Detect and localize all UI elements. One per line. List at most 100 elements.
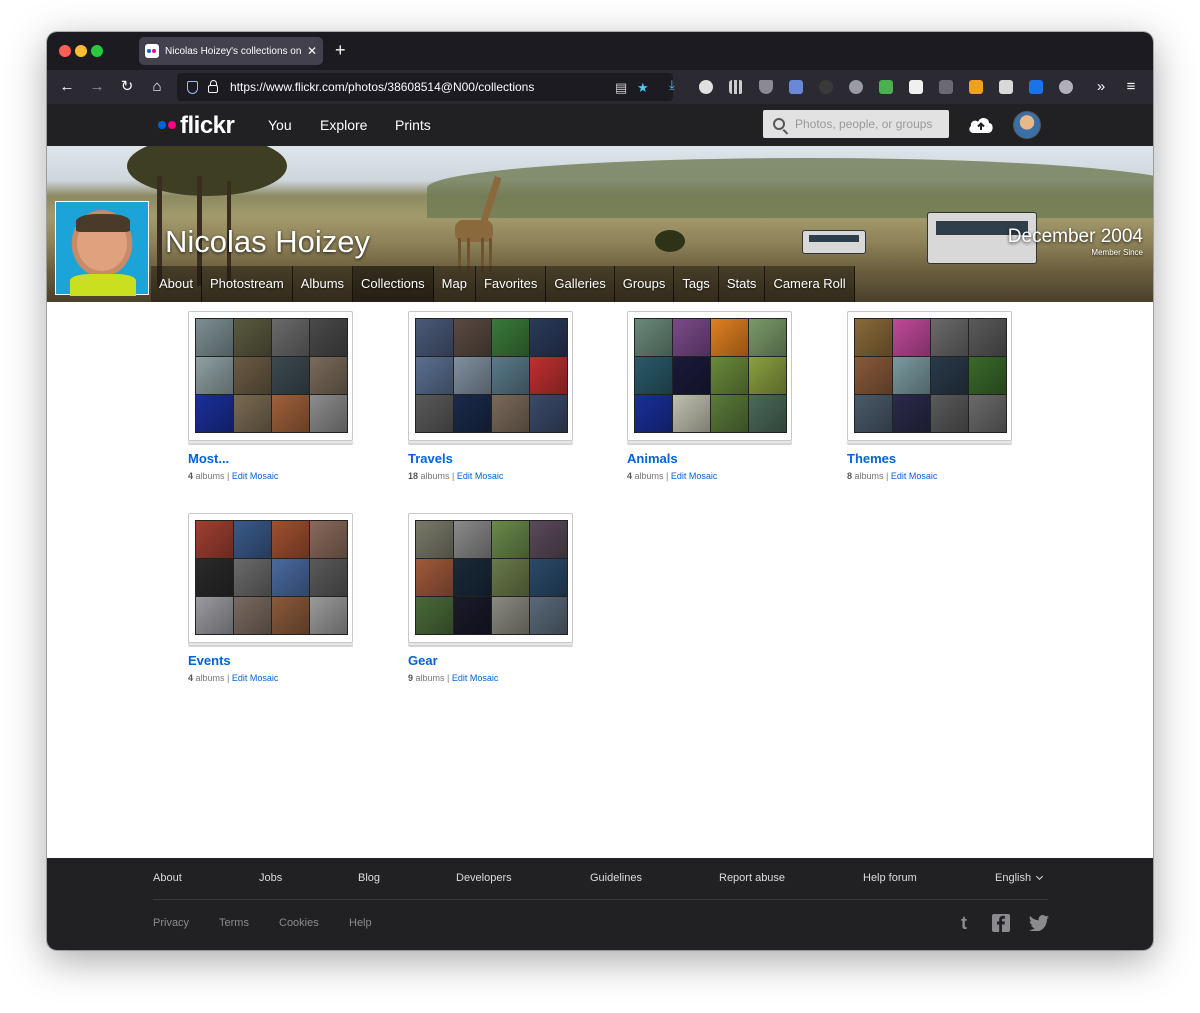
mosaic-photo-thumbnail: [635, 357, 672, 394]
footer-link-report-abuse[interactable]: Report abuse: [719, 872, 785, 884]
edit-mosaic-link[interactable]: Edit Mosaic: [232, 471, 279, 481]
maximize-window-button[interactable]: [91, 45, 103, 57]
footer-link-guidelines[interactable]: Guidelines: [590, 872, 642, 884]
collection-mosaic[interactable]: [847, 311, 1012, 441]
forward-arrow-icon[interactable]: →: [87, 77, 107, 97]
tab-about[interactable]: About: [151, 266, 202, 302]
lock-icon[interactable]: [208, 80, 218, 93]
tab-map[interactable]: Map: [434, 266, 476, 302]
bookmark-star-icon[interactable]: ★: [637, 80, 649, 96]
link-extension-icon[interactable]: [789, 80, 803, 94]
edit-mosaic-link[interactable]: Edit Mosaic: [232, 673, 279, 683]
footer-link-privacy[interactable]: Privacy: [153, 917, 189, 929]
downloads-icon[interactable]: ⤓: [669, 77, 675, 93]
tab-groups[interactable]: Groups: [615, 266, 675, 302]
mosaic-photo-thumbnail: [711, 357, 748, 394]
browser-tab-active[interactable]: Nicolas Hoizey's collections on Flickr ✕: [139, 37, 323, 65]
edit-mosaic-link[interactable]: Edit Mosaic: [891, 471, 938, 481]
overflow-chevrons-icon[interactable]: »: [1091, 77, 1111, 97]
footer-link-developers[interactable]: Developers: [456, 872, 512, 884]
user-avatar[interactable]: [1013, 111, 1041, 139]
close-window-button[interactable]: [59, 45, 71, 57]
search-box[interactable]: [763, 110, 949, 138]
mosaic-photo-thumbnail: [416, 559, 453, 596]
grid-extension-icon[interactable]: [729, 80, 743, 94]
hamburger-menu-icon[interactable]: ≡: [1121, 77, 1141, 97]
url-text[interactable]: https://www.flickr.com/photos/38608514@N…: [230, 80, 534, 94]
mosaic-photo-thumbnail: [530, 319, 567, 356]
footer-link-about[interactable]: About: [153, 872, 182, 884]
mosaic-photo-thumbnail: [893, 319, 930, 356]
globe-extension-icon[interactable]: [1059, 80, 1073, 94]
reader-view-icon[interactable]: ▤: [615, 80, 627, 96]
flickr-logo-text[interactable]: flickr: [180, 112, 235, 140]
minimize-window-button[interactable]: [75, 45, 87, 57]
album-count: 4: [627, 471, 633, 481]
mosaic-photo-thumbnail: [416, 521, 453, 558]
tumblr-icon[interactable]: t: [961, 913, 967, 934]
twitter-icon[interactable]: [1029, 915, 1049, 931]
new-tab-button[interactable]: +: [335, 40, 346, 60]
footer-link-terms[interactable]: Terms: [219, 917, 249, 929]
box-extension-icon[interactable]: [939, 80, 953, 94]
edit-mosaic-link[interactable]: Edit Mosaic: [671, 471, 718, 481]
tab-collections[interactable]: Collections: [353, 266, 434, 302]
language-selector[interactable]: English: [995, 872, 1044, 884]
edit-mosaic-link[interactable]: Edit Mosaic: [452, 673, 499, 683]
collection-title[interactable]: Themes: [847, 451, 896, 466]
tab-photostream[interactable]: Photostream: [202, 266, 293, 302]
back-arrow-icon[interactable]: ←: [57, 77, 77, 97]
address-bar[interactable]: https://www.flickr.com/photos/38608514@N…: [177, 73, 673, 101]
collection-mosaic[interactable]: [188, 513, 353, 643]
edit-mosaic-link[interactable]: Edit Mosaic: [457, 471, 504, 481]
reload-icon[interactable]: ↻: [117, 77, 137, 97]
nav-you[interactable]: You: [268, 117, 292, 133]
footer-link-help[interactable]: Help: [349, 917, 372, 929]
collection-title[interactable]: Travels: [408, 451, 453, 466]
mosaic-photo-thumbnail: [931, 395, 968, 432]
nav-prints[interactable]: Prints: [395, 117, 431, 133]
collection-title[interactable]: Animals: [627, 451, 678, 466]
language-label: English: [995, 872, 1032, 884]
mosaic-photo-thumbnail: [673, 357, 710, 394]
footer-link-help-forum[interactable]: Help forum: [863, 872, 917, 884]
facebook-icon[interactable]: [992, 914, 1010, 932]
r-extension-icon[interactable]: [909, 80, 923, 94]
collection-title[interactable]: Gear: [408, 653, 438, 668]
footer-link-jobs[interactable]: Jobs: [259, 872, 282, 884]
shield-extension-icon[interactable]: [759, 80, 773, 94]
green-extension-icon[interactable]: [879, 80, 893, 94]
mosaic-photo-thumbnail: [454, 521, 491, 558]
profile-avatar[interactable]: [55, 201, 149, 296]
c-extension-icon[interactable]: [849, 80, 863, 94]
tab-tags[interactable]: Tags: [674, 266, 719, 302]
collection-mosaic[interactable]: [188, 311, 353, 441]
d-extension-icon[interactable]: [1029, 80, 1043, 94]
collection-mosaic[interactable]: [408, 513, 573, 643]
tab-galleries[interactable]: Galleries: [546, 266, 615, 302]
collection-title[interactable]: Most...: [188, 451, 229, 466]
upload-cloud-icon[interactable]: [967, 113, 995, 137]
nav-explore[interactable]: Explore: [320, 117, 367, 133]
mosaic-photo-thumbnail: [931, 357, 968, 394]
tracking-protection-shield-icon[interactable]: [187, 80, 198, 94]
collection-title[interactable]: Events: [188, 653, 231, 668]
collection-mosaic[interactable]: [408, 311, 573, 441]
home-icon[interactable]: ⌂: [147, 77, 167, 97]
footer-link-blog[interactable]: Blog: [358, 872, 380, 884]
tab-albums[interactable]: Albums: [293, 266, 354, 302]
dark-extension-icon[interactable]: [819, 80, 833, 94]
tab-camera-roll[interactable]: Camera Roll: [765, 266, 855, 302]
tab-favorites[interactable]: Favorites: [476, 266, 547, 302]
mosaic-photo-thumbnail: [893, 357, 930, 394]
collection-mosaic[interactable]: [627, 311, 792, 441]
tab-stats[interactable]: Stats: [719, 266, 766, 302]
footer-link-cookies[interactable]: Cookies: [279, 917, 319, 929]
onepassword-extension-icon[interactable]: [699, 80, 713, 94]
member-since-date: December 2004: [1007, 226, 1143, 247]
close-tab-icon[interactable]: ✕: [307, 45, 317, 57]
flickr-logo-icon[interactable]: [158, 121, 178, 129]
search-input[interactable]: [795, 117, 945, 131]
rss-extension-icon[interactable]: [969, 80, 983, 94]
pen-extension-icon[interactable]: [999, 80, 1013, 94]
